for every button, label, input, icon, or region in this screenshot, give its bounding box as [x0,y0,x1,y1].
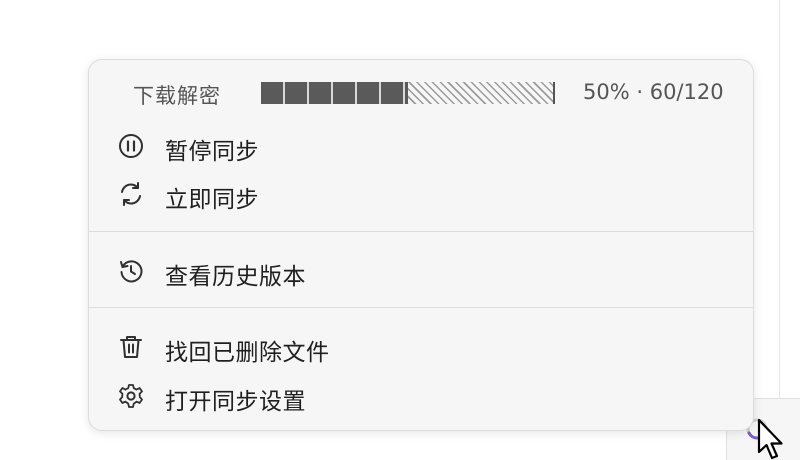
menu-item-sync-settings[interactable]: 打开同步设置 [89,373,753,417]
progress-label: 下载解密 [133,84,221,108]
download-progress: 下载解密 50% · 60/120 [89,76,753,108]
trash-icon [120,336,142,358]
menu-item-label: 查看历史版本 [165,264,306,290]
progress-bar [261,82,555,104]
menu-item-label: 立即同步 [165,187,259,213]
refresh-icon [121,182,141,206]
history-icon [120,260,143,283]
menu-item-history[interactable]: 查看历史版本 [89,248,753,292]
progress-fill [261,82,408,104]
background-window-edge [779,0,780,400]
menu-divider [89,307,753,308]
menu-item-label: 打开同步设置 [165,389,306,415]
menu-item-pause-sync[interactable]: 暂停同步 [89,123,753,167]
sync-context-menu: 下载解密 50% · 60/120 暂停同步 立即同步 查看历史版本 找回已删除… [88,59,754,431]
menu-item-sync-now[interactable]: 立即同步 [89,171,753,215]
menu-item-label: 找回已删除文件 [165,340,330,366]
mouse-pointer-icon [757,418,783,460]
menu-item-label: 暂停同步 [165,139,259,165]
gear-icon [119,384,143,408]
progress-text: 50% · 60/120 [583,80,724,104]
menu-item-recover-deleted[interactable]: 找回已删除文件 [89,324,753,368]
pause-circle-icon [119,134,143,158]
menu-divider [89,231,753,232]
